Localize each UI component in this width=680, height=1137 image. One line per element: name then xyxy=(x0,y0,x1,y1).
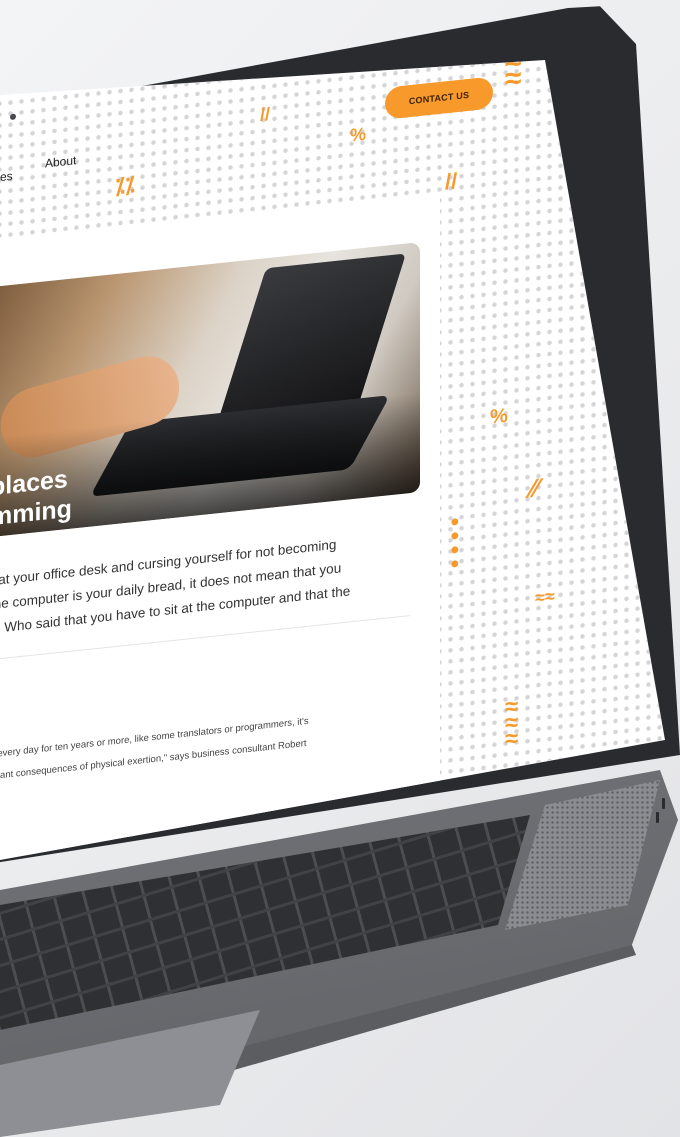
article-body: r at your office desk and cursing yourse… xyxy=(0,524,420,641)
laptop-mockup-scene: es About CONTACT US ⁒⁒ // % ≈≈≈ // place… xyxy=(0,0,680,1137)
usb-port xyxy=(656,812,659,823)
usb-port xyxy=(662,798,665,809)
article-quote: y every day for ten years or more, like … xyxy=(0,698,430,788)
decor-wave-icon: ≈≈ xyxy=(535,585,555,608)
decor-wave-icon: // xyxy=(260,103,271,125)
decor-wave-icon: // xyxy=(445,168,458,195)
decor-wave-icon: ⁄⁄ xyxy=(530,472,539,504)
article-card: places mming r at your office desk and c… xyxy=(0,191,440,860)
decor-wave-icon: ⁒⁒ xyxy=(115,172,135,200)
decor-wave-icon: % xyxy=(350,123,367,146)
decor-wave-icon: % xyxy=(490,404,508,429)
hero-image: places mming xyxy=(0,242,420,538)
decor-wave-icon: ≈≈≈ xyxy=(505,692,519,754)
nav-link[interactable]: es xyxy=(0,169,13,184)
decor-wave-icon: ● ● ● ● xyxy=(450,512,460,573)
